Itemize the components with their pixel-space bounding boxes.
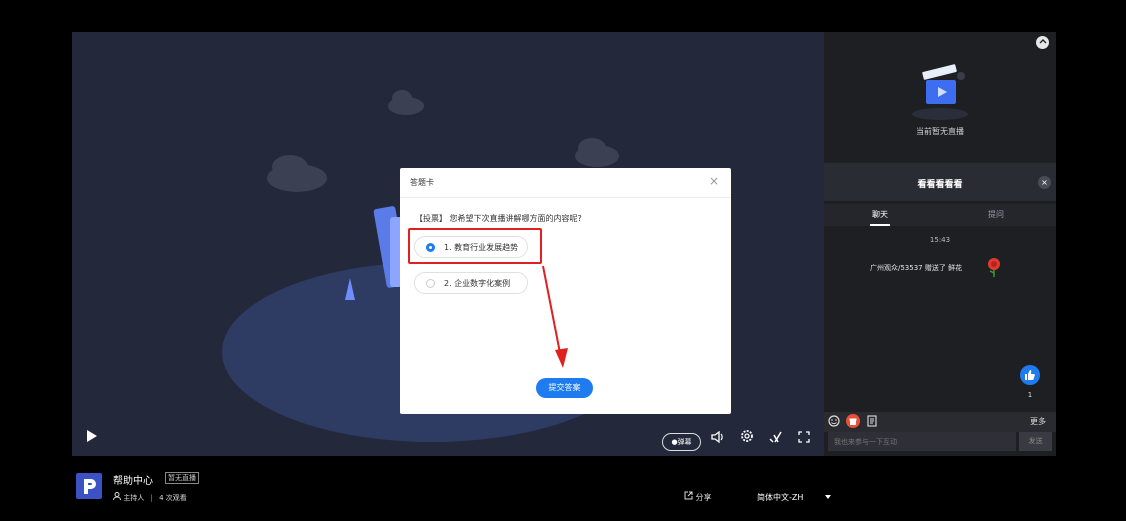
host-info: 主持人 | 4 次观看 xyxy=(113,492,187,503)
settings-button[interactable] xyxy=(737,428,757,452)
dropdown-caret-icon xyxy=(825,495,831,499)
tab-active-indicator xyxy=(870,224,890,226)
poll-question: 【投票】 您希望下次直播讲解哪方面的内容呢? xyxy=(415,214,582,223)
notes-icon[interactable] xyxy=(866,415,878,427)
danmaku-toggle[interactable]: ●弹幕 xyxy=(662,433,701,451)
signal-icon xyxy=(769,431,782,443)
line-switch-button[interactable] xyxy=(766,428,786,452)
thumbs-up-icon xyxy=(1025,370,1035,380)
speaker-icon xyxy=(711,430,723,444)
language-value: 简体中文-ZH xyxy=(757,493,804,502)
share-label: 分享 xyxy=(695,493,712,502)
like-button[interactable] xyxy=(1020,365,1040,385)
tab-chat[interactable]: 聊天 xyxy=(872,209,888,220)
play-icon xyxy=(87,430,97,442)
language-select[interactable]: 简体中文-ZH xyxy=(751,489,837,506)
logo-icon xyxy=(84,479,96,494)
fullscreen-icon xyxy=(798,431,810,443)
view-count: 4 次观看 xyxy=(159,494,187,502)
chat-timestamp: 15:43 xyxy=(929,236,951,244)
radio-unselected-icon xyxy=(426,279,435,288)
dialog-title: 答题卡 xyxy=(410,178,434,187)
tab-questions[interactable]: 提问 xyxy=(988,209,1004,220)
send-button[interactable]: 发送 xyxy=(1019,432,1052,451)
panel-close-button[interactable]: × xyxy=(1038,176,1051,189)
channel-name: 帮助中心 xyxy=(113,476,153,487)
chevron-up-icon xyxy=(1039,39,1046,44)
side-panel: 当前暂无直播 看看看看看 × 聊天 提问 15:43 广州观众/53537 赠送… xyxy=(824,32,1056,456)
play-button[interactable] xyxy=(82,428,102,452)
clapperboard-illustration xyxy=(912,64,968,120)
poll-option-2[interactable]: 2. 企业数字化案例 xyxy=(414,272,528,294)
host-label: 主持人 xyxy=(123,494,145,502)
annotation-arrow xyxy=(542,265,568,368)
poll-option-label: 2. 企业数字化案例 xyxy=(444,279,511,288)
dialog-divider xyxy=(400,197,731,198)
channel-logo xyxy=(76,473,102,499)
like-count: 1 xyxy=(1027,391,1033,399)
submit-answer-button[interactable]: 提交答案 xyxy=(536,378,593,398)
collapse-button[interactable] xyxy=(1036,36,1049,49)
panel-title: 看看看看看 xyxy=(917,180,963,190)
gear-icon xyxy=(741,430,753,442)
chat-input[interactable] xyxy=(828,432,1016,451)
rose-icon xyxy=(988,258,1000,277)
no-live-text: 当前暂无直播 xyxy=(916,127,964,136)
share-button[interactable]: 分享 xyxy=(684,491,712,503)
fullscreen-button[interactable] xyxy=(794,428,814,452)
volume-button[interactable] xyxy=(708,428,728,452)
divider: | xyxy=(150,494,153,502)
tab-bar xyxy=(824,204,1056,226)
info-bar xyxy=(72,456,1056,521)
more-button[interactable]: 更多 xyxy=(1030,416,1046,427)
share-icon xyxy=(684,491,693,500)
live-status-badge: 暂无直播 xyxy=(165,472,199,484)
highlight-box xyxy=(408,228,542,264)
gift-message: 广州观众/53537 赠送了 鲜花 xyxy=(870,264,963,272)
gift-icon[interactable] xyxy=(846,414,860,428)
dialog-close-button[interactable]: × xyxy=(709,174,719,188)
user-icon xyxy=(113,492,121,501)
emoji-icon[interactable] xyxy=(828,415,840,427)
